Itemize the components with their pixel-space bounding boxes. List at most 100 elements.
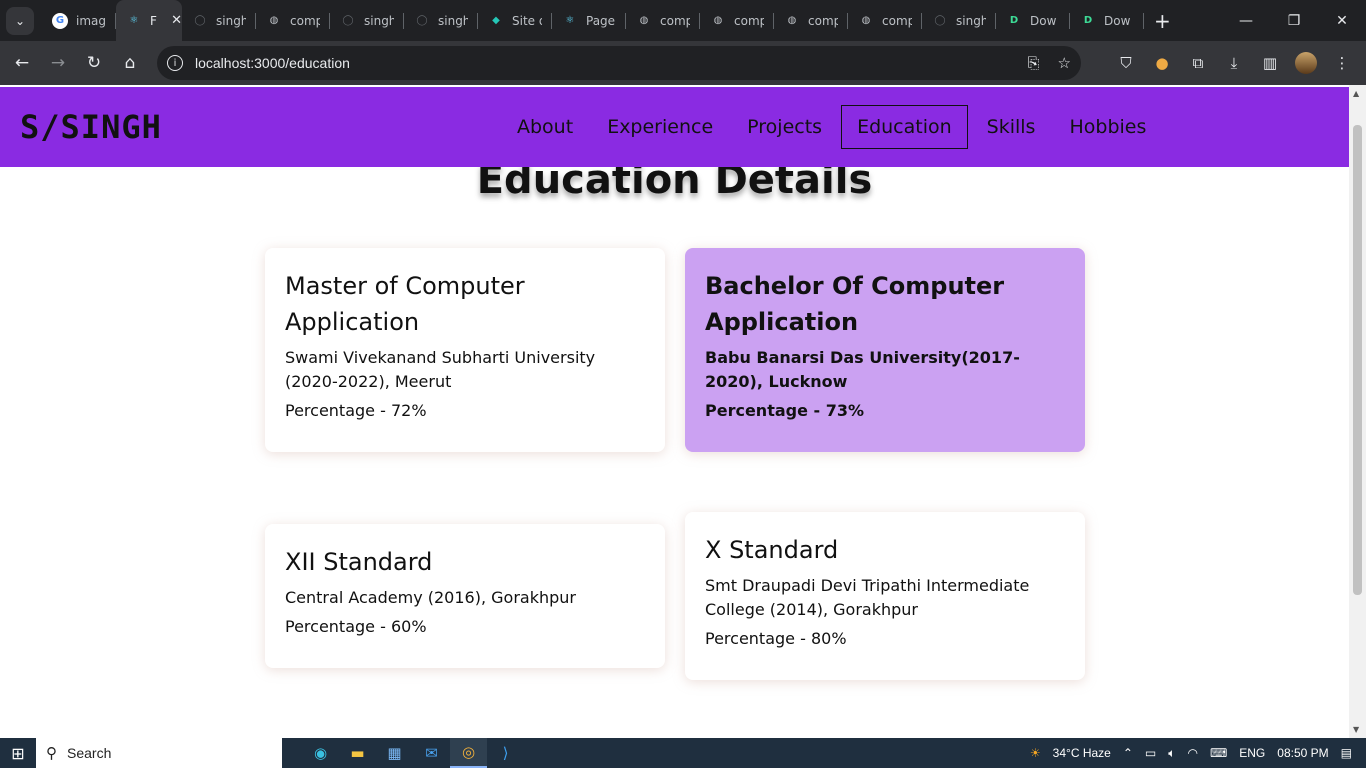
search-icon: ⚲ <box>46 745 57 762</box>
card-institution: Swami Vivekanand Subharti University (20… <box>285 348 596 391</box>
taskbar-search[interactable]: ⚲ Search <box>36 738 282 768</box>
keyboard-icon[interactable]: ⌨ <box>1210 746 1227 760</box>
education-card-mca: Master of Computer Application Swami Viv… <box>265 248 665 452</box>
install-app-icon[interactable]: ⎘ <box>1028 54 1040 72</box>
tab-search-button[interactable]: ⌄ <box>6 6 34 35</box>
url-text[interactable]: localhost:3000/education <box>195 55 350 71</box>
card-percentage: Percentage - 60% <box>285 617 427 636</box>
card-institution: Smt Draupadi Devi Tripathi Intermediate … <box>705 576 1030 619</box>
download-icon[interactable]: ⤓ <box>1216 54 1252 72</box>
color-extension-icon[interactable]: ● <box>1144 54 1180 72</box>
card-degree: Bachelor Of Computer Application <box>705 272 1005 336</box>
tab-title: Site d <box>512 13 542 28</box>
taskbar-apps: ◉ ▬ ▦ ✉ ◎ ⟩ <box>302 738 524 768</box>
card-institution: Central Academy (2016), Gorakhpur <box>285 588 576 607</box>
browser-tab[interactable]: Gimag <box>42 0 116 41</box>
globe-icon: ◍ <box>787 15 797 26</box>
browser-tab[interactable]: ◍ comp <box>774 0 848 41</box>
close-window-button[interactable]: ✕ <box>1318 0 1366 41</box>
page-scrollbar[interactable]: ▲ ▼ <box>1349 85 1366 738</box>
store-icon[interactable]: ▦ <box>376 738 413 768</box>
minimize-button[interactable]: — <box>1222 0 1270 41</box>
main-nav: About Experience Projects Education Skil… <box>500 105 1163 149</box>
browser-tab[interactable]: ◯ singh <box>404 0 478 41</box>
wifi-icon[interactable]: ◠ <box>1187 746 1197 760</box>
tab-title: Dow <box>1104 13 1131 28</box>
address-bar[interactable]: i localhost:3000/education ⎘ ☆ <box>157 46 1081 80</box>
tab-title: singh <box>956 13 986 28</box>
windows-start-icon[interactable]: ⊞ <box>0 744 36 763</box>
scrollbar-thumb[interactable] <box>1353 125 1362 595</box>
site-info-icon[interactable]: i <box>167 55 183 71</box>
side-panel-icon[interactable]: ▥ <box>1252 54 1288 72</box>
tray-overflow-icon[interactable]: ⌃ <box>1123 746 1133 760</box>
close-tab-icon[interactable]: ✕ <box>171 13 182 28</box>
clock-time[interactable]: 08:50 PM <box>1277 746 1328 760</box>
card-percentage: Percentage - 73% <box>705 401 865 420</box>
card-degree: X Standard <box>705 536 839 564</box>
browser-tab[interactable]: ◯ singh <box>182 0 256 41</box>
scroll-up-icon[interactable]: ▲ <box>1353 89 1359 98</box>
nav-hobbies[interactable]: Hobbies <box>1054 108 1161 146</box>
nav-projects[interactable]: Projects <box>732 108 837 146</box>
language-indicator[interactable]: ENG <box>1239 746 1265 760</box>
browser-tab[interactable]: ⚛ Page <box>552 0 626 41</box>
d-icon: D <box>1083 15 1093 26</box>
back-button[interactable]: ← <box>4 45 40 81</box>
profile-avatar[interactable] <box>1288 52 1324 74</box>
bookmark-star-icon[interactable]: ☆ <box>1058 54 1071 72</box>
globe-icon: ◍ <box>639 15 649 26</box>
forward-button[interactable]: → <box>40 45 76 81</box>
brand-logo[interactable]: S/SINGH <box>20 108 162 146</box>
nav-experience[interactable]: Experience <box>592 108 728 146</box>
browser-tab[interactable]: ◍ comp <box>626 0 700 41</box>
windows-taskbar: ⊞ ⚲ Search ◉ ▬ ▦ ✉ ◎ ⟩ ☀ 34°C Haze ⌃ ▭ 🔈… <box>0 738 1366 768</box>
nav-education[interactable]: Education <box>841 105 968 149</box>
card-institution: Babu Banarsi Das University(2017-2020), … <box>705 348 1020 391</box>
vscode-icon[interactable]: ⟩ <box>487 738 524 768</box>
edge-icon[interactable]: ◉ <box>302 738 339 768</box>
notifications-icon[interactable]: ▤ <box>1341 746 1352 760</box>
tab-title: Dow <box>1030 13 1057 28</box>
browser-tab[interactable]: ⚛ F ✕ <box>116 0 182 41</box>
scroll-down-icon[interactable]: ▼ <box>1353 725 1359 734</box>
weather-icon[interactable]: ☀ <box>1030 746 1041 760</box>
battery-icon[interactable]: ▭ <box>1145 746 1156 760</box>
weather-text[interactable]: 34°C Haze <box>1053 746 1111 760</box>
browser-tab[interactable]: ◍ comp <box>848 0 922 41</box>
new-tab-button[interactable]: + <box>1154 9 1171 33</box>
tab-title: singh <box>364 13 394 28</box>
react-icon: ⚛ <box>565 15 575 26</box>
browser-tab[interactable]: ◍ comp <box>256 0 330 41</box>
browser-tab[interactable]: ◍ comp <box>700 0 774 41</box>
nav-about[interactable]: About <box>502 108 588 146</box>
tab-title: comp <box>808 13 838 28</box>
chrome-icon[interactable]: ◎ <box>450 738 487 768</box>
react-icon: ⚛ <box>129 15 139 26</box>
site-header: S/SINGH About Experience Projects Educat… <box>0 87 1349 167</box>
volume-icon[interactable]: 🔈︎ <box>1168 746 1175 761</box>
browser-tab[interactable]: D Dow <box>1070 0 1144 41</box>
home-button[interactable]: ⌂ <box>112 45 148 81</box>
mail-icon[interactable]: ✉ <box>413 738 450 768</box>
tab-title: F <box>150 13 157 28</box>
tab-title: singh <box>216 13 246 28</box>
netlify-icon: ◆ <box>492 15 500 26</box>
globe-icon: ◍ <box>713 15 723 26</box>
page-viewport: S/SINGH About Experience Projects Educat… <box>0 85 1349 738</box>
reload-button[interactable]: ↻ <box>76 45 112 81</box>
restore-button[interactable]: ❐ <box>1270 0 1318 41</box>
browser-tab[interactable]: D Dow <box>996 0 1070 41</box>
taskbar-search-label: Search <box>67 745 112 761</box>
file-explorer-icon[interactable]: ▬ <box>339 738 376 768</box>
nav-skills[interactable]: Skills <box>972 108 1051 146</box>
shield-extension-icon[interactable]: ⛉ <box>1108 54 1144 72</box>
globe-icon: ◍ <box>269 15 279 26</box>
browser-tab[interactable]: ◆ Site d <box>478 0 552 41</box>
browser-tab[interactable]: ◯ singh <box>922 0 996 41</box>
browser-tab[interactable]: ◯ singh <box>330 0 404 41</box>
tab-title: imag <box>76 13 106 28</box>
card-degree: Master of Computer Application <box>285 272 525 336</box>
menu-kebab-icon[interactable]: ⋮ <box>1324 54 1360 72</box>
puzzle-extensions-icon[interactable]: ⧉ <box>1180 54 1216 72</box>
